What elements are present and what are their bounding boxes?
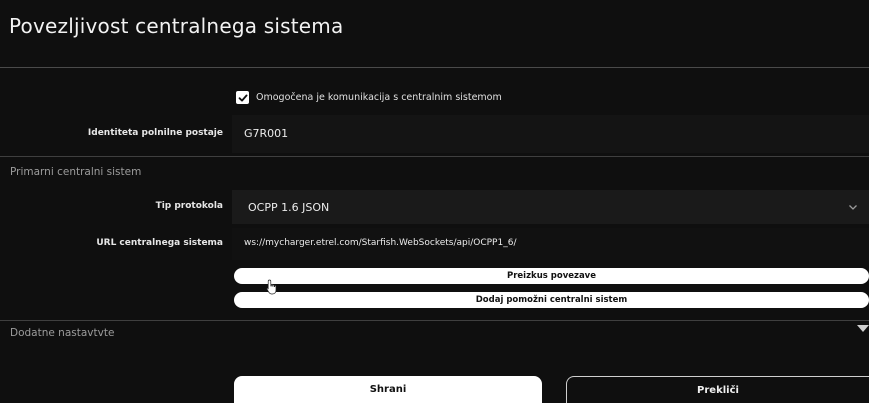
enable-communication-row[interactable]: Omogočena je komunikacija s centralnim s…	[236, 91, 502, 104]
primary-section-title[interactable]: Primarni centralni sistem	[10, 166, 141, 178]
caret-down-icon[interactable]	[857, 325, 869, 332]
url-label: URL centralnega sistema	[96, 238, 223, 248]
url-field[interactable]: ws://mycharger.etrel.com/Starfish.WebSoc…	[232, 228, 869, 260]
hand-pointer-icon	[266, 279, 277, 295]
identity-value: G7R001	[244, 127, 289, 140]
additional-section-title[interactable]: Dodatne nastavtvte	[10, 327, 114, 339]
section-divider-primary	[0, 156, 869, 157]
chevron-down-icon	[849, 205, 857, 210]
save-button[interactable]: Shrani	[234, 376, 542, 403]
add-secondary-system-button[interactable]: Dodaj pomožni centralni sistem	[234, 292, 869, 308]
check-icon	[238, 94, 247, 101]
identity-label: Identiteta polnilne postaje	[87, 128, 223, 138]
title-divider	[0, 67, 869, 68]
protocol-value: OCPP 1.6 JSON	[248, 201, 330, 214]
cancel-button[interactable]: Prekliči	[566, 376, 869, 403]
url-value: ws://mycharger.etrel.com/Starfish.WebSoc…	[244, 238, 517, 248]
test-connection-button[interactable]: Preizkus povezave	[234, 268, 869, 284]
enable-communication-label: Omogočena je komunikacija s centralnim s…	[256, 92, 502, 103]
page-title: Povezljivost centralnega sistema	[9, 14, 344, 38]
section-divider-additional	[0, 320, 869, 321]
protocol-label: Tip protokola	[155, 201, 223, 211]
enable-communication-checkbox[interactable]	[236, 91, 249, 104]
identity-field[interactable]: G7R001	[232, 115, 869, 153]
protocol-select[interactable]: OCPP 1.6 JSON	[232, 190, 869, 224]
